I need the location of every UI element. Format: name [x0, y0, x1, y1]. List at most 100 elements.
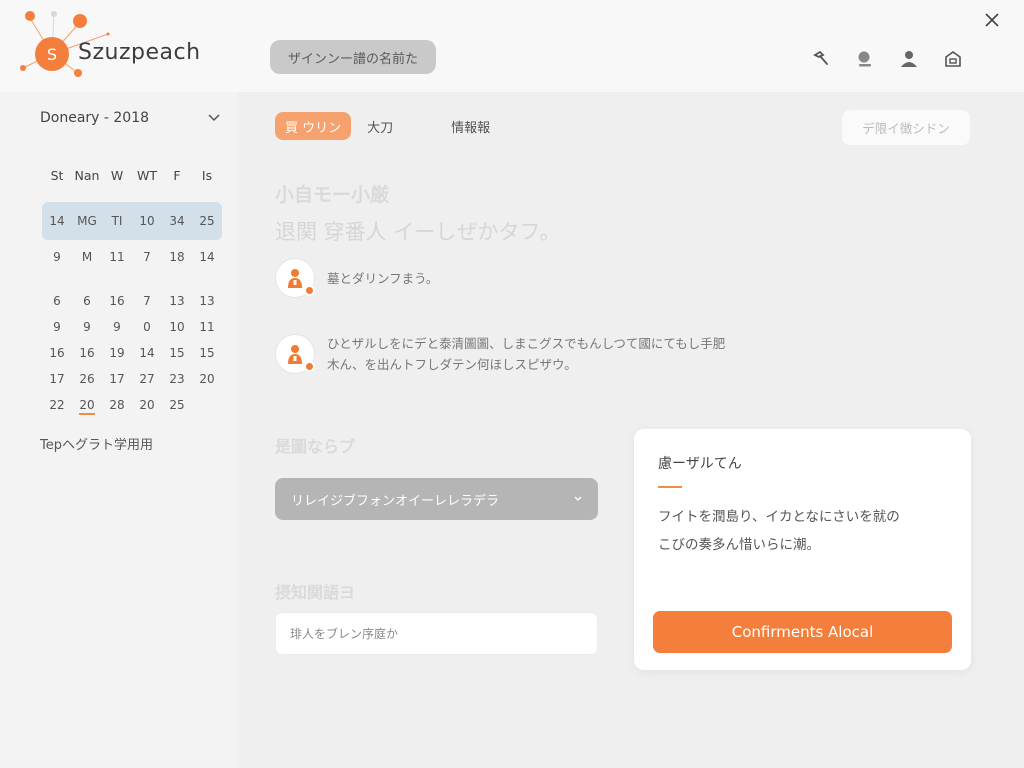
calendar-week-row: 22 20 28 20 25	[42, 392, 222, 418]
svg-text:S: S	[47, 45, 57, 64]
calendar-day[interactable]: 9	[72, 320, 102, 334]
header-search-pill[interactable]: ザインンー譜の名前た	[270, 40, 436, 74]
calendar-weekday-row: St Nan W WT F Is	[42, 162, 222, 188]
calendar-day[interactable]: 25	[162, 398, 192, 412]
page-title: 小自モー小厳	[275, 184, 390, 206]
list-item[interactable]: ひとザルしをにデと泰清圖圖、しまこグスでもんしつて國にてもし手肥 木ん、を出んト…	[275, 333, 725, 375]
top-header: S Szuzpeach ザインンー譜の名前た	[0, 0, 1024, 92]
calendar-day[interactable]: 20	[132, 398, 162, 412]
status-dot	[304, 361, 315, 372]
calendar-day[interactable]: 15	[192, 346, 222, 360]
calendar-week-row: 6 6 16 7 13 13	[42, 288, 222, 314]
calendar: St Nan W WT F Is 14 MG TI 10 34 25 9 M 1…	[42, 162, 222, 418]
weekday-label: WT	[137, 167, 157, 183]
list-item[interactable]: 墓とダリンフまう。	[275, 258, 438, 298]
avatar	[275, 334, 315, 374]
calendar-day[interactable]: 16	[42, 346, 72, 360]
chevron-down-icon	[208, 114, 220, 122]
calendar-week-row: 16 16 19 14 15 15	[42, 340, 222, 366]
calendar-day[interactable]: 27	[132, 372, 162, 386]
calendar-day[interactable]: 20	[192, 372, 222, 386]
list-item-line: 墓とダリンフまう。	[327, 270, 439, 286]
calendar-day[interactable]: 13	[162, 294, 192, 308]
calendar-day[interactable]: 9	[42, 250, 72, 264]
calendar-day[interactable]: TI	[102, 214, 132, 228]
confirm-card: 慮ーザルてん フイトを潤島り、イカとなにさいを就の こびの奏多ん惜いらに潮。 C…	[634, 429, 971, 670]
calendar-week-row: 9 M 11 7 18 14	[42, 244, 222, 270]
calendar-week-row: 17 26 17 27 23 20	[42, 366, 222, 392]
calendar-day[interactable]: 19	[102, 346, 132, 360]
sidebar: Doneary - 2018 St Nan W WT F Is 14 MG TI…	[0, 92, 238, 768]
main-content: 買 ウリン 大刀 情報報 デ限イ徴シドン 小自モー小厳 退関 穿番人 イーしぜか…	[238, 92, 1024, 768]
calendar-day[interactable]: 15	[162, 346, 192, 360]
month-selector[interactable]: Doneary - 2018	[40, 108, 220, 128]
card-body-line: フイトを潤島り、イカとなにさいを就の	[658, 509, 900, 525]
card-body-line: こびの奏多ん惜いらに潮。	[658, 537, 820, 553]
dropdown-select[interactable]: リレイジブフォンオイーレレラデラ	[275, 478, 598, 520]
calendar-day[interactable]: 7	[132, 294, 162, 308]
calendar-day[interactable]: 9	[102, 320, 132, 334]
weekday-label: W	[110, 167, 124, 183]
card-body: フイトを潤島り、イカとなにさいを就の こびの奏多ん惜いらに潮。	[658, 503, 948, 559]
search-icon[interactable]	[848, 44, 882, 74]
hammer-icon[interactable]	[804, 44, 838, 74]
sidebar-footer-link[interactable]: Tepヘグラト学用用	[40, 434, 153, 453]
calendar-day[interactable]: 13	[192, 294, 222, 308]
card-title: 慮ーザルてん	[658, 456, 742, 472]
avatar	[275, 258, 315, 298]
calendar-day[interactable]: 14	[132, 346, 162, 360]
app-logo[interactable]: S Szuzpeach	[18, 10, 218, 82]
list-item-text: 墓とダリンフまう。	[327, 268, 438, 289]
calendar-day[interactable]: 17	[42, 372, 72, 386]
calendar-day[interactable]: M	[72, 250, 102, 264]
calendar-day[interactable]: 25	[192, 214, 222, 228]
calendar-day[interactable]: 14	[192, 250, 222, 264]
person-icon	[288, 345, 302, 364]
calendar-day[interactable]: 10	[162, 320, 192, 334]
text-input[interactable]: 琲人をブレン序庭か	[275, 612, 598, 655]
user-icon[interactable]	[892, 44, 926, 74]
section-label: 摂知関語ヨ	[275, 583, 356, 602]
calendar-day[interactable]: 11	[192, 320, 222, 334]
calendar-day[interactable]: 26	[72, 372, 102, 386]
header-icon-group	[804, 44, 970, 74]
calendar-day[interactable]: 17	[102, 372, 132, 386]
calendar-day[interactable]: 0	[132, 320, 162, 334]
chevron-down-icon	[574, 496, 582, 501]
confirm-button[interactable]: Confirments Alocal	[653, 611, 952, 653]
dropdown-value: リレイジブフォンオイーレレラデラ	[291, 493, 500, 509]
today-marker: 20	[79, 398, 95, 415]
header-action-button[interactable]: デ限イ徴シドン	[842, 110, 970, 145]
calendar-day[interactable]: 22	[42, 398, 72, 412]
calendar-day[interactable]: 23	[162, 372, 192, 386]
calendar-day[interactable]: 16	[102, 294, 132, 308]
calendar-day[interactable]: 7	[132, 250, 162, 264]
calendar-day[interactable]: 6	[72, 294, 102, 308]
weekday-label: F	[173, 167, 181, 183]
calendar-day[interactable]: 34	[162, 214, 192, 228]
tab-bar: 買 ウリン 大刀 情報報	[275, 112, 500, 140]
home-icon[interactable]	[936, 44, 970, 74]
card-accent-divider	[658, 486, 682, 488]
weekday-label: Nan	[74, 167, 100, 183]
list-item-line: 木ん、を出んトフしダテン何ほしスピザウ。	[327, 357, 577, 372]
calendar-day[interactable]: MG	[72, 214, 102, 228]
status-dot	[304, 285, 315, 296]
person-icon	[288, 269, 302, 288]
calendar-day[interactable]: 16	[72, 346, 102, 360]
calendar-week-row: 14 MG TI 10 34 25	[42, 202, 222, 240]
page-subtitle: 退関 穿番人 イーしぜかタフ。	[275, 220, 561, 244]
tab-item[interactable]: 情報報	[441, 112, 500, 140]
calendar-day[interactable]: 18	[162, 250, 192, 264]
tab-active[interactable]: 買 ウリン	[275, 112, 352, 140]
calendar-day[interactable]: 9	[42, 320, 72, 334]
calendar-day[interactable]: 28	[102, 398, 132, 412]
calendar-day[interactable]: 11	[102, 250, 132, 264]
calendar-day-today[interactable]: 20	[72, 398, 102, 415]
calendar-day[interactable]: 10	[132, 214, 162, 228]
app-name: Szuzpeach	[78, 40, 201, 65]
calendar-day[interactable]: 6	[42, 294, 72, 308]
calendar-day[interactable]: 14	[42, 214, 72, 228]
close-icon[interactable]	[980, 8, 1004, 32]
tab-item[interactable]: 大刀	[357, 112, 403, 140]
